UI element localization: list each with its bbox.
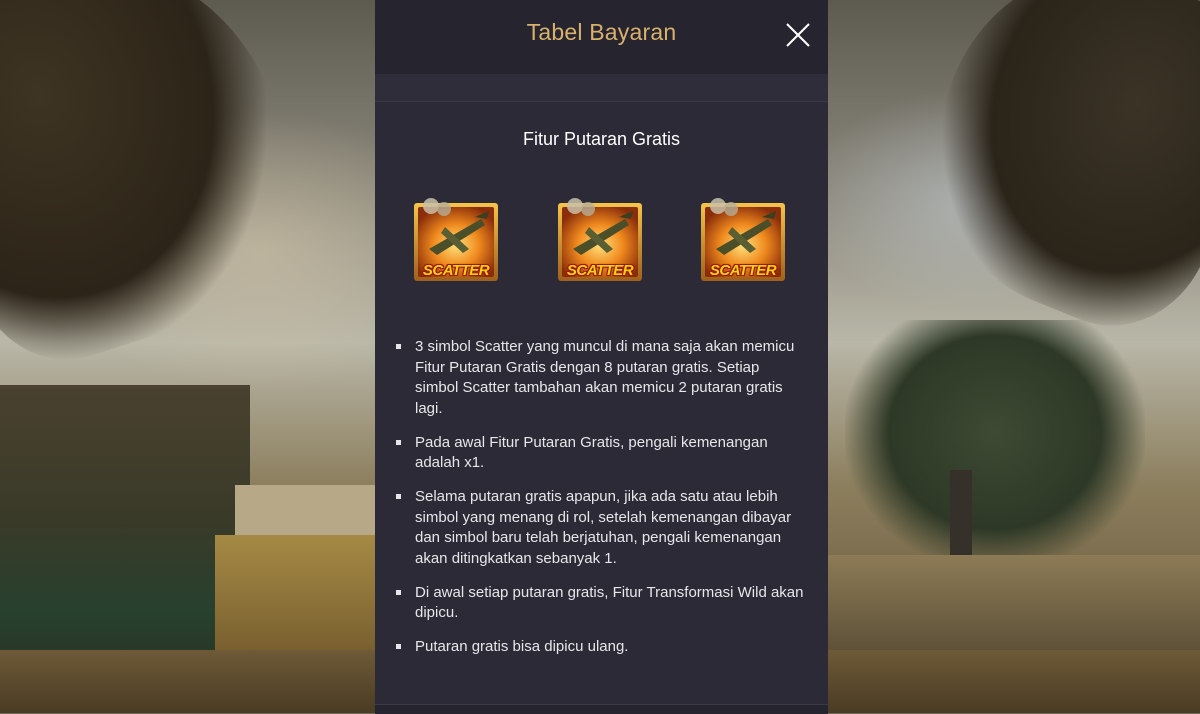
- close-button[interactable]: [783, 20, 813, 50]
- bullet-icon: [396, 589, 401, 595]
- dialog-title: Tabel Bayaran: [526, 19, 677, 45]
- tree: [845, 320, 1145, 570]
- rule-item: Di awal setiap putaran gratis, Fitur Tra…: [395, 583, 805, 624]
- scatter-symbol: SCATTER: [555, 197, 645, 287]
- dialog-header: Tabel Bayaran: [375, 0, 828, 74]
- bullet-icon: [396, 439, 401, 445]
- scatter-symbol-row: SCATTER SCATTER SCATTER: [375, 197, 828, 287]
- close-icon: [786, 23, 810, 47]
- rule-text: Di awal setiap putaran gratis, Fitur Tra…: [415, 583, 804, 622]
- rule-text: Putaran gratis bisa dipicu ulang.: [415, 638, 629, 655]
- rule-item: 3 simbol Scatter yang muncul di mana saj…: [395, 337, 805, 419]
- bullet-icon: [396, 494, 401, 499]
- scatter-symbol: SCATTER: [698, 197, 788, 287]
- scatter-label: SCATTER: [422, 262, 490, 279]
- rule-text: Pada awal Fitur Putaran Gratis, pengali …: [415, 433, 768, 472]
- rule-item: Selama putaran gratis apapun, jika ada s…: [395, 487, 805, 569]
- rule-item: Putaran gratis bisa dipicu ulang.: [395, 637, 805, 658]
- scatter-label: SCATTER: [709, 262, 777, 279]
- dialog-subbar: [375, 74, 828, 102]
- rule-text: 3 simbol Scatter yang muncul di mana saj…: [415, 338, 795, 417]
- feature-rules-list: 3 simbol Scatter yang muncul di mana saj…: [395, 337, 805, 671]
- bullet-icon: [396, 644, 401, 649]
- paytable-dialog: Tabel Bayaran Fitur Putaran Gratis SCATT…: [375, 0, 828, 714]
- rule-text: Selama putaran gratis apapun, jika ada s…: [415, 488, 792, 567]
- section-title: Fitur Putaran Gratis: [522, 129, 681, 149]
- scatter-symbol: SCATTER: [411, 197, 501, 287]
- rule-item: Pada awal Fitur Putaran Gratis, pengali …: [395, 433, 805, 474]
- scatter-label: SCATTER: [566, 262, 634, 279]
- bullet-icon: [396, 344, 401, 349]
